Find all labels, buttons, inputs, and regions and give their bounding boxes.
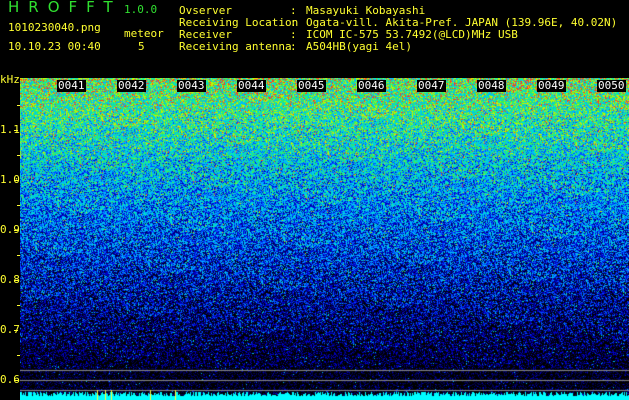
y-axis-unit: kHz bbox=[0, 73, 20, 86]
y-minor-tick bbox=[17, 105, 20, 106]
y-tick bbox=[14, 380, 18, 381]
time-label: 0043 bbox=[177, 79, 206, 92]
time-label: 0042 bbox=[117, 79, 146, 92]
filename: 1010230040.png bbox=[8, 21, 101, 34]
meteor-label: meteor bbox=[124, 27, 164, 40]
info-colon: : bbox=[290, 40, 297, 53]
y-minor-tick bbox=[17, 155, 20, 156]
time-label: 0044 bbox=[237, 79, 266, 92]
app-version: 1.0.0 bbox=[124, 3, 158, 16]
spectrogram bbox=[20, 78, 629, 400]
time-label: 0050 bbox=[597, 79, 626, 92]
y-minor-tick bbox=[17, 255, 20, 256]
time-label: 0046 bbox=[357, 79, 386, 92]
y-tick bbox=[14, 180, 18, 181]
y-tick bbox=[14, 330, 18, 331]
y-tick bbox=[14, 130, 18, 131]
info-value: A504HB(yagi 4el) bbox=[306, 40, 412, 53]
app-title: HROFFT bbox=[8, 0, 122, 16]
time-label: 0049 bbox=[537, 79, 566, 92]
y-minor-tick bbox=[17, 355, 20, 356]
time-label: 0041 bbox=[57, 79, 86, 92]
time-label: 0047 bbox=[417, 79, 446, 92]
time-label: 0045 bbox=[297, 79, 326, 92]
y-tick bbox=[14, 280, 18, 281]
y-minor-tick bbox=[17, 205, 20, 206]
y-tick bbox=[14, 230, 18, 231]
info-label: Receiving antenna bbox=[179, 40, 292, 53]
meteor-count: 5 bbox=[138, 40, 145, 53]
y-minor-tick bbox=[17, 305, 20, 306]
time-label: 0048 bbox=[477, 79, 506, 92]
datetime: 10.10.23 00:40 bbox=[8, 40, 101, 53]
